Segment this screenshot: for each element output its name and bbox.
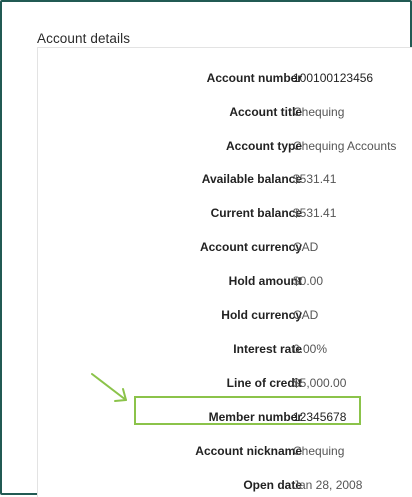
value-current-balance: $531.41 [293,206,337,220]
arrow-pointing-icon [91,373,127,402]
section-title: Account details [37,31,131,46]
account-details-frame: Account details Account number 100100123… [0,0,412,497]
row-available-balance: Available balance $531.41 [38,169,412,189]
value-hold-amount: $0.00 [293,274,324,288]
value-account-type: Chequing Accounts [293,139,397,153]
row-account-type: Account type Chequing Accounts [38,136,412,156]
value-available-balance: $531.41 [293,172,337,186]
row-current-balance: Current balance $531.41 [38,203,412,223]
row-open-date: Open date Jan 28, 2008 [38,475,412,495]
label-current-balance: Current balance [210,206,302,220]
value-interest-rate: 0.00% [293,342,328,356]
value-account-nickname: Chequing [293,444,345,458]
row-hold-amount: Hold amount $0.00 [38,271,412,291]
row-account-number: Account number 100100123456 [38,68,412,88]
value-hold-currency: CAD [293,308,319,322]
label-line-of-credit: Line of credit [226,376,302,390]
label-account-nickname: Account nickname [195,444,302,458]
label-available-balance: Available balance [201,172,302,186]
label-interest-rate: Interest rate [233,342,302,356]
label-account-number: Account number [206,71,302,85]
label-hold-currency: Hold currency [221,308,302,322]
member-number-highlight [134,396,361,425]
row-account-title: Account title Chequing [38,102,412,122]
value-line-of-credit: $5,000.00 [293,376,347,390]
row-account-currency: Account currency CAD [38,237,412,257]
value-open-date: Jan 28, 2008 [293,478,363,492]
label-account-type: Account type [225,139,302,153]
label-account-currency: Account currency [199,240,302,254]
label-hold-amount: Hold amount [228,274,302,288]
row-interest-rate: Interest rate 0.00% [38,339,412,359]
label-account-title: Account title [229,105,302,119]
account-details-panel: Account number 100100123456 Account titl… [37,47,412,497]
value-account-title: Chequing [293,105,345,119]
row-account-nickname: Account nickname Chequing [38,441,412,461]
row-hold-currency: Hold currency CAD [38,305,412,325]
value-account-number: 100100123456 [293,71,374,85]
value-account-currency: CAD [293,240,319,254]
